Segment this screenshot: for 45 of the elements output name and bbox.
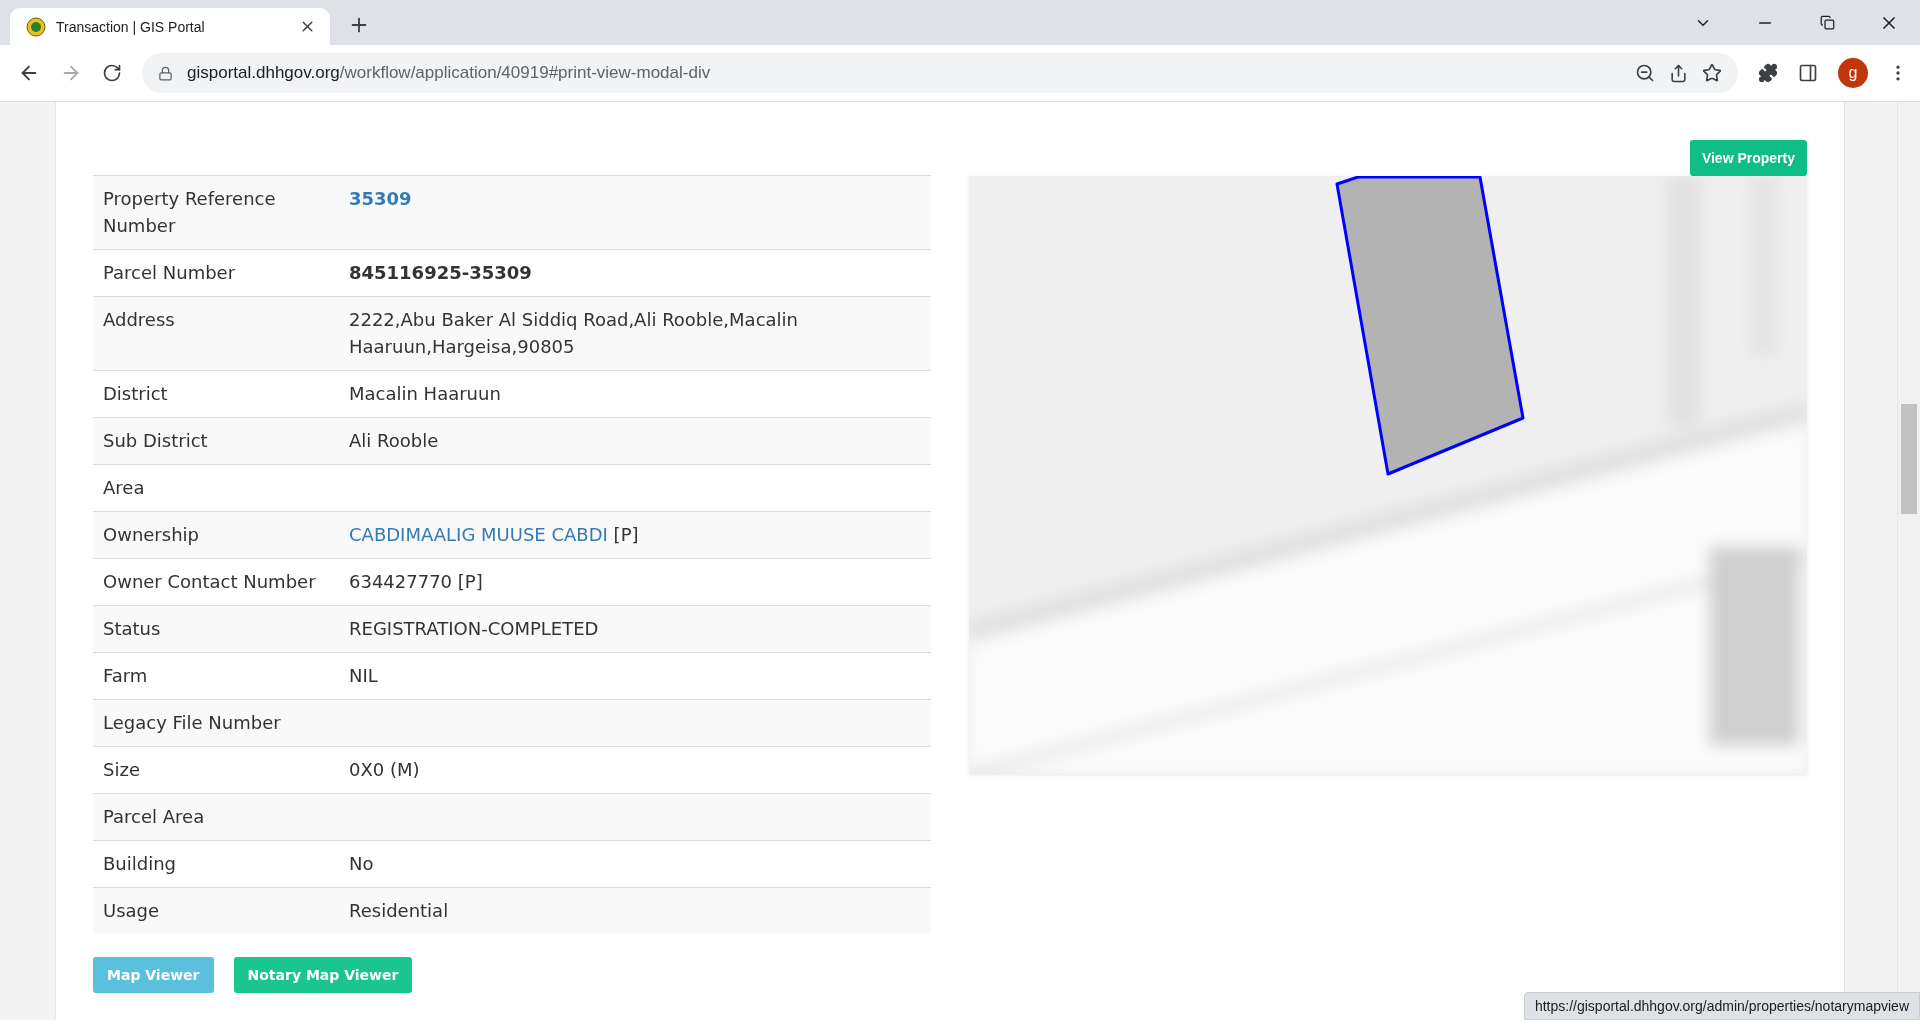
table-cell: District	[93, 370, 339, 418]
view-property-button[interactable]: View Property	[1689, 140, 1807, 176]
table-cell: 0X0 (M)	[339, 746, 931, 794]
link-url-tooltip: https://gisportal.dhhgov.org/admin/properties/notarymapview	[1523, 992, 1920, 1020]
table-cell: Usage	[93, 887, 339, 934]
property-reference-link[interactable]: 35309	[349, 188, 412, 209]
notary-map-viewer-button[interactable]: Notary Map Viewer	[233, 957, 413, 993]
star-icon[interactable]	[1702, 63, 1722, 83]
tab-title: Transaction | GIS Portal	[56, 18, 206, 35]
profile-avatar[interactable]: g	[1838, 58, 1868, 88]
table-cell: Address	[93, 296, 339, 371]
zoom-out-icon[interactable]	[1635, 63, 1655, 83]
table-cell: 845116925-35309	[339, 249, 931, 297]
emblem-icon	[26, 16, 46, 37]
url-text: gisportal.dhhgov.org/workflow/application/40919#print-view-modal-div	[187, 63, 712, 83]
table-cell: Size	[93, 746, 339, 794]
table-cell: Building	[93, 840, 339, 888]
table-cell: Status	[93, 605, 339, 653]
owner-tag: [P]	[613, 524, 639, 545]
table-cell: Ali Rooble	[339, 417, 931, 465]
table-cell: Ownership	[93, 511, 339, 559]
owner-link[interactable]: CABDIMAALIG MUUSE CABDI	[349, 524, 608, 545]
table-cell: Macalin Haaruun	[339, 370, 931, 418]
extensions-icon[interactable]	[1758, 63, 1778, 83]
table-cell: Residential	[339, 887, 931, 934]
reload-icon[interactable]	[102, 63, 122, 83]
browser-tab[interactable]: Transaction | GIS Portal	[10, 8, 330, 45]
table-cell: No	[339, 840, 931, 888]
table-cell: REGISTRATION-COMPLETED	[339, 605, 931, 653]
table-cell: 634427770 [P]	[339, 558, 931, 606]
table-cell: Owner Contact Number	[93, 558, 339, 606]
table-cell: Legacy File Number	[93, 699, 339, 747]
address-bar[interactable]: gisportal.dhhgov.org/workflow/application/40919#print-view-modal-div	[142, 53, 1738, 93]
table-cell: Parcel Area	[93, 793, 339, 841]
side-panel-icon[interactable]	[1798, 63, 1818, 83]
table-cell: Farm	[93, 652, 339, 700]
share-icon[interactable]	[1669, 63, 1688, 83]
table-cell: 2222,Abu Baker Al Siddiq Road,Ali Rooble,Macalin Haaruun,Hargeisa,90805	[339, 296, 931, 371]
scrollbar-thumb[interactable]	[1901, 404, 1917, 514]
table-cell: Area	[93, 464, 339, 512]
table-cell: NIL	[339, 652, 931, 700]
table-cell: Property Reference Number	[93, 175, 339, 250]
table-cell: Parcel Number	[93, 249, 339, 297]
table-cell: Sub District	[93, 417, 339, 465]
lock-icon	[158, 65, 173, 81]
